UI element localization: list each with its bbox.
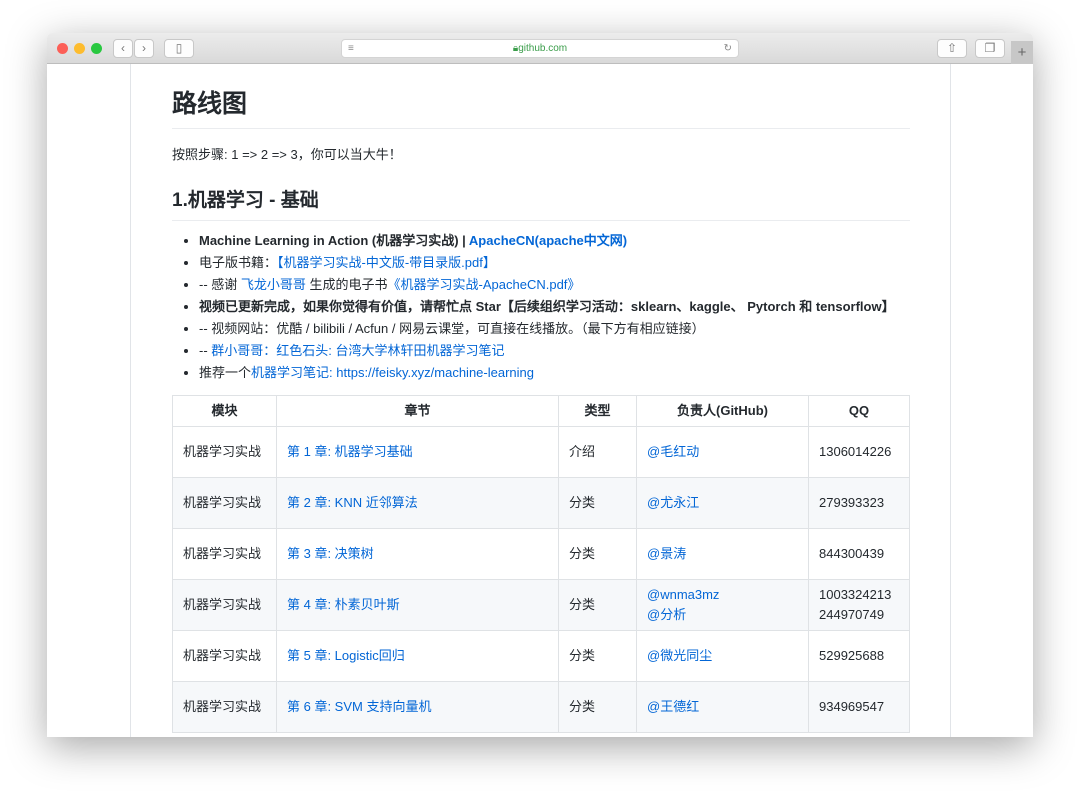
ml-notes-link[interactable]: 机器学习笔记: [251, 365, 329, 380]
minimize-button[interactable]: [74, 43, 85, 54]
list-item: -- 群小哥哥：红色石头: 台湾大学林轩田机器学习笔记: [199, 341, 910, 361]
chapter-cell: 第 6 章: SVM 支持向量机: [276, 681, 559, 733]
list-item: 电子版书籍：【机器学习实战-中文版-带目录版.pdf】: [199, 253, 910, 273]
chapter-link[interactable]: 第 6 章: SVM 支持向量机: [287, 699, 431, 714]
reader-icon[interactable]: ≡: [348, 40, 354, 57]
owner-cell: @微光同尘: [636, 630, 809, 682]
chapter-link[interactable]: 第 3 章: 决策树: [287, 546, 374, 561]
owner-link[interactable]: @景涛: [647, 546, 686, 561]
address-bar[interactable]: ≡ 🔒︎github.com ↻: [341, 39, 739, 58]
back-button[interactable]: ‹: [113, 39, 133, 58]
close-button[interactable]: [57, 43, 68, 54]
pdf-link[interactable]: 【机器学习实战-中文版-带目录版.pdf】: [277, 255, 496, 270]
url-text: github.com: [518, 43, 568, 54]
table-row: 机器学习实战第 5 章: Logistic回归 分类 @微光同尘 529925688: [172, 630, 910, 682]
chapter-link[interactable]: 第 4 章: 朴素贝叶斯: [287, 597, 400, 612]
chapter-cell: 第 1 章: 机器学习基础: [276, 426, 559, 478]
list-item: 视频已更新完成，如果你觉得有价值，请帮忙点 Star【后续组织学习活动：skle…: [199, 297, 910, 317]
apachecn-link[interactable]: ApacheCN(apache中文网): [469, 233, 627, 248]
header-module: 模块: [172, 395, 277, 427]
chapter-link[interactable]: 第 1 章: 机器学习基础: [287, 444, 413, 459]
page-container: 路线图 按照步骤: 1 => 2 => 3，你可以当大牛！ 1.机器学习 - 基…: [130, 64, 951, 737]
chapter-table: 模块 章节 类型 负责人(GitHub) QQ 机器学习实战第 1 章: 机器学…: [172, 395, 910, 733]
list-item: Machine Learning in Action (机器学习实战) | Ap…: [199, 231, 910, 251]
chapter-cell: 第 5 章: Logistic回归: [276, 630, 559, 682]
list-item: -- 感谢 飞龙小哥哥 生成的电子书《机器学习实战-ApacheCN.pdf》: [199, 275, 910, 295]
owner-link[interactable]: @尤永江: [647, 495, 699, 510]
maximize-button[interactable]: [91, 43, 102, 54]
owner-link[interactable]: @微光同尘: [647, 648, 712, 663]
table-row: 机器学习实战第 1 章: 机器学习基础 介绍 @毛红动 1306014226: [172, 426, 910, 478]
notes-link[interactable]: 群小哥哥：红色石头: 台湾大学林轩田机器学习笔记: [211, 343, 504, 358]
sidebar-icon[interactable]: ▯: [164, 39, 194, 58]
section-title: 1.机器学习 - 基础: [172, 185, 910, 221]
owner-link[interactable]: @王德红: [647, 699, 699, 714]
chapter-link[interactable]: 第 2 章: KNN 近邻算法: [287, 495, 418, 510]
ebook-link[interactable]: 《机器学习实战-ApacheCN.pdf》: [388, 277, 581, 292]
chapter-link[interactable]: 第 5 章: Logistic回归: [287, 648, 405, 663]
chapter-cell: 第 3 章: 决策树: [276, 528, 559, 580]
module-cell: 机器学习实战: [172, 477, 277, 529]
module-cell: 机器学习实战: [172, 630, 277, 682]
page-title: 路线图: [172, 84, 910, 129]
resource-list: Machine Learning in Action (机器学习实战) | Ap…: [172, 231, 910, 383]
type-cell: 分类: [558, 477, 637, 529]
new-tab-button[interactable]: +: [1011, 41, 1033, 64]
table-row: 机器学习实战第 2 章: KNN 近邻算法 分类 @尤永江 279393323: [172, 477, 910, 529]
header-chapter: 章节: [276, 395, 559, 427]
module-cell: 机器学习实战: [172, 528, 277, 580]
toolbar: ‹ › ▯ ≡ 🔒︎github.com ↻ ⇧ ❐ +: [47, 33, 1033, 64]
qq-cell: 1306014226: [808, 426, 910, 478]
owner-cell: @王德红: [636, 681, 809, 733]
module-cell: 机器学习实战: [172, 681, 277, 733]
chapter-cell: 第 2 章: KNN 近邻算法: [276, 477, 559, 529]
author-link[interactable]: 飞龙小哥哥: [241, 277, 306, 292]
type-cell: 分类: [558, 579, 637, 631]
table-row: 机器学习实战第 6 章: SVM 支持向量机 分类 @王德红 934969547: [172, 681, 910, 733]
module-cell: 机器学习实战: [172, 426, 277, 478]
header-owner: 负责人(GitHub): [636, 395, 809, 427]
owner-cell: @wnma3mz @分析: [636, 579, 809, 631]
type-cell: 分类: [558, 681, 637, 733]
module-cell: 机器学习实战: [172, 579, 277, 631]
type-cell: 分类: [558, 630, 637, 682]
owner-link[interactable]: @wnma3mz @分析: [647, 587, 719, 622]
qq-cell: 1003324213 244970749: [808, 579, 910, 631]
forward-button[interactable]: ›: [134, 39, 154, 58]
type-cell: 分类: [558, 528, 637, 580]
qq-cell: 934969547: [808, 681, 910, 733]
table-row: 机器学习实战第 3 章: 决策树 分类 @景涛 844300439: [172, 528, 910, 580]
table-row: 机器学习实战第 4 章: 朴素贝叶斯 分类 @wnma3mz @分析 10033242…: [172, 579, 910, 631]
qq-cell: 529925688: [808, 630, 910, 682]
header-qq: QQ: [808, 395, 910, 427]
owner-cell: @景涛: [636, 528, 809, 580]
owner-cell: @毛红动: [636, 426, 809, 478]
feisky-link[interactable]: : https://feisky.xyz/machine-learning: [329, 365, 534, 380]
list-item: 推荐一个机器学习笔记: https://feisky.xyz/machine-l…: [199, 363, 910, 383]
owner-cell: @尤永江: [636, 477, 809, 529]
tabs-icon[interactable]: ❐: [975, 39, 1005, 58]
qq-cell: 844300439: [808, 528, 910, 580]
owner-link[interactable]: @毛红动: [647, 444, 699, 459]
list-item: -- 视频网站：优酷 / bilibili / Acfun / 网易云课堂，可直…: [199, 319, 910, 339]
share-icon[interactable]: ⇧: [937, 39, 967, 58]
type-cell: 介绍: [558, 426, 637, 478]
chapter-cell: 第 4 章: 朴素贝叶斯: [276, 579, 559, 631]
qq-cell: 279393323: [808, 477, 910, 529]
intro-text: 按照步骤: 1 => 2 => 3，你可以当大牛！: [172, 147, 402, 162]
reload-icon[interactable]: ↻: [724, 40, 732, 57]
header-type: 类型: [558, 395, 637, 427]
browser-window: ‹ › ▯ ≡ 🔒︎github.com ↻ ⇧ ❐ + 路线图 按照步骤: 1…: [47, 33, 1033, 737]
